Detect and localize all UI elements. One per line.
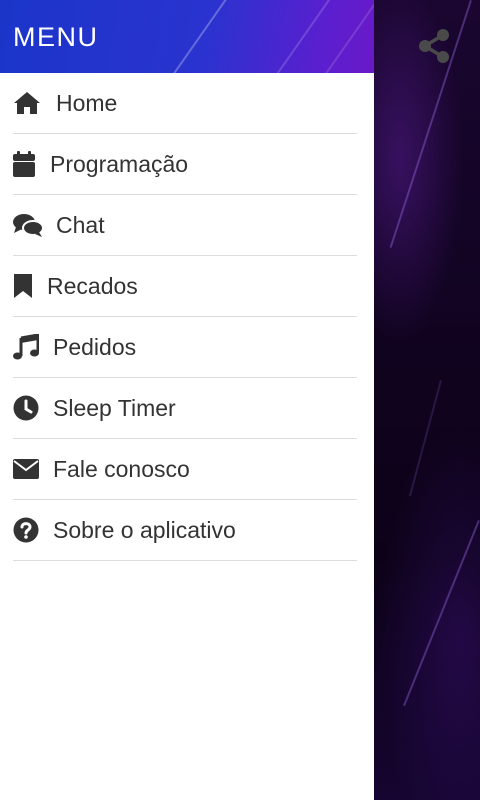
app-screen: MENU Home Programação Chat Recados Pedid… xyxy=(0,0,480,800)
navigation-drawer: MENU Home Programação Chat Recados Pedid… xyxy=(0,0,374,800)
envelope-icon xyxy=(13,455,41,483)
menu-item-fale-conosco[interactable]: Fale conosco xyxy=(13,439,357,500)
chat-bubbles-icon xyxy=(13,211,43,239)
menu-item-label: Recados xyxy=(47,272,138,299)
menu-item-sleep-timer[interactable]: Sleep Timer xyxy=(13,378,357,439)
bookmark-icon xyxy=(13,272,35,300)
menu-item-label: Chat xyxy=(56,211,105,238)
menu-item-home[interactable]: Home xyxy=(13,73,357,134)
menu-item-label: Sleep Timer xyxy=(53,394,176,421)
question-circle-icon xyxy=(13,516,41,544)
menu-item-label: Programação xyxy=(50,150,189,177)
menu-item-label: Pedidos xyxy=(53,333,137,360)
menu-item-sobre-o-aplicativo[interactable]: Sobre o aplicativo xyxy=(13,500,357,561)
calendar-icon xyxy=(13,150,37,178)
menu-item-label: Sobre o aplicativo xyxy=(53,516,236,543)
clock-icon xyxy=(13,394,41,422)
menu-item-pedidos[interactable]: Pedidos xyxy=(13,317,357,378)
drawer-title: MENU xyxy=(13,22,99,52)
menu-item-recados[interactable]: Recados xyxy=(13,256,357,317)
home-icon xyxy=(13,89,41,117)
menu-item-label: Home xyxy=(56,89,118,116)
menu-list: Home Programação Chat Recados Pedidos Sl… xyxy=(0,73,374,561)
share-icon xyxy=(417,28,451,69)
menu-item-label: Fale conosco xyxy=(53,455,190,482)
menu-item-programacao[interactable]: Programação xyxy=(13,134,357,195)
menu-item-chat[interactable]: Chat xyxy=(13,195,357,256)
share-button[interactable] xyxy=(414,28,454,68)
drawer-header: MENU xyxy=(0,0,374,73)
music-note-icon xyxy=(13,333,41,361)
